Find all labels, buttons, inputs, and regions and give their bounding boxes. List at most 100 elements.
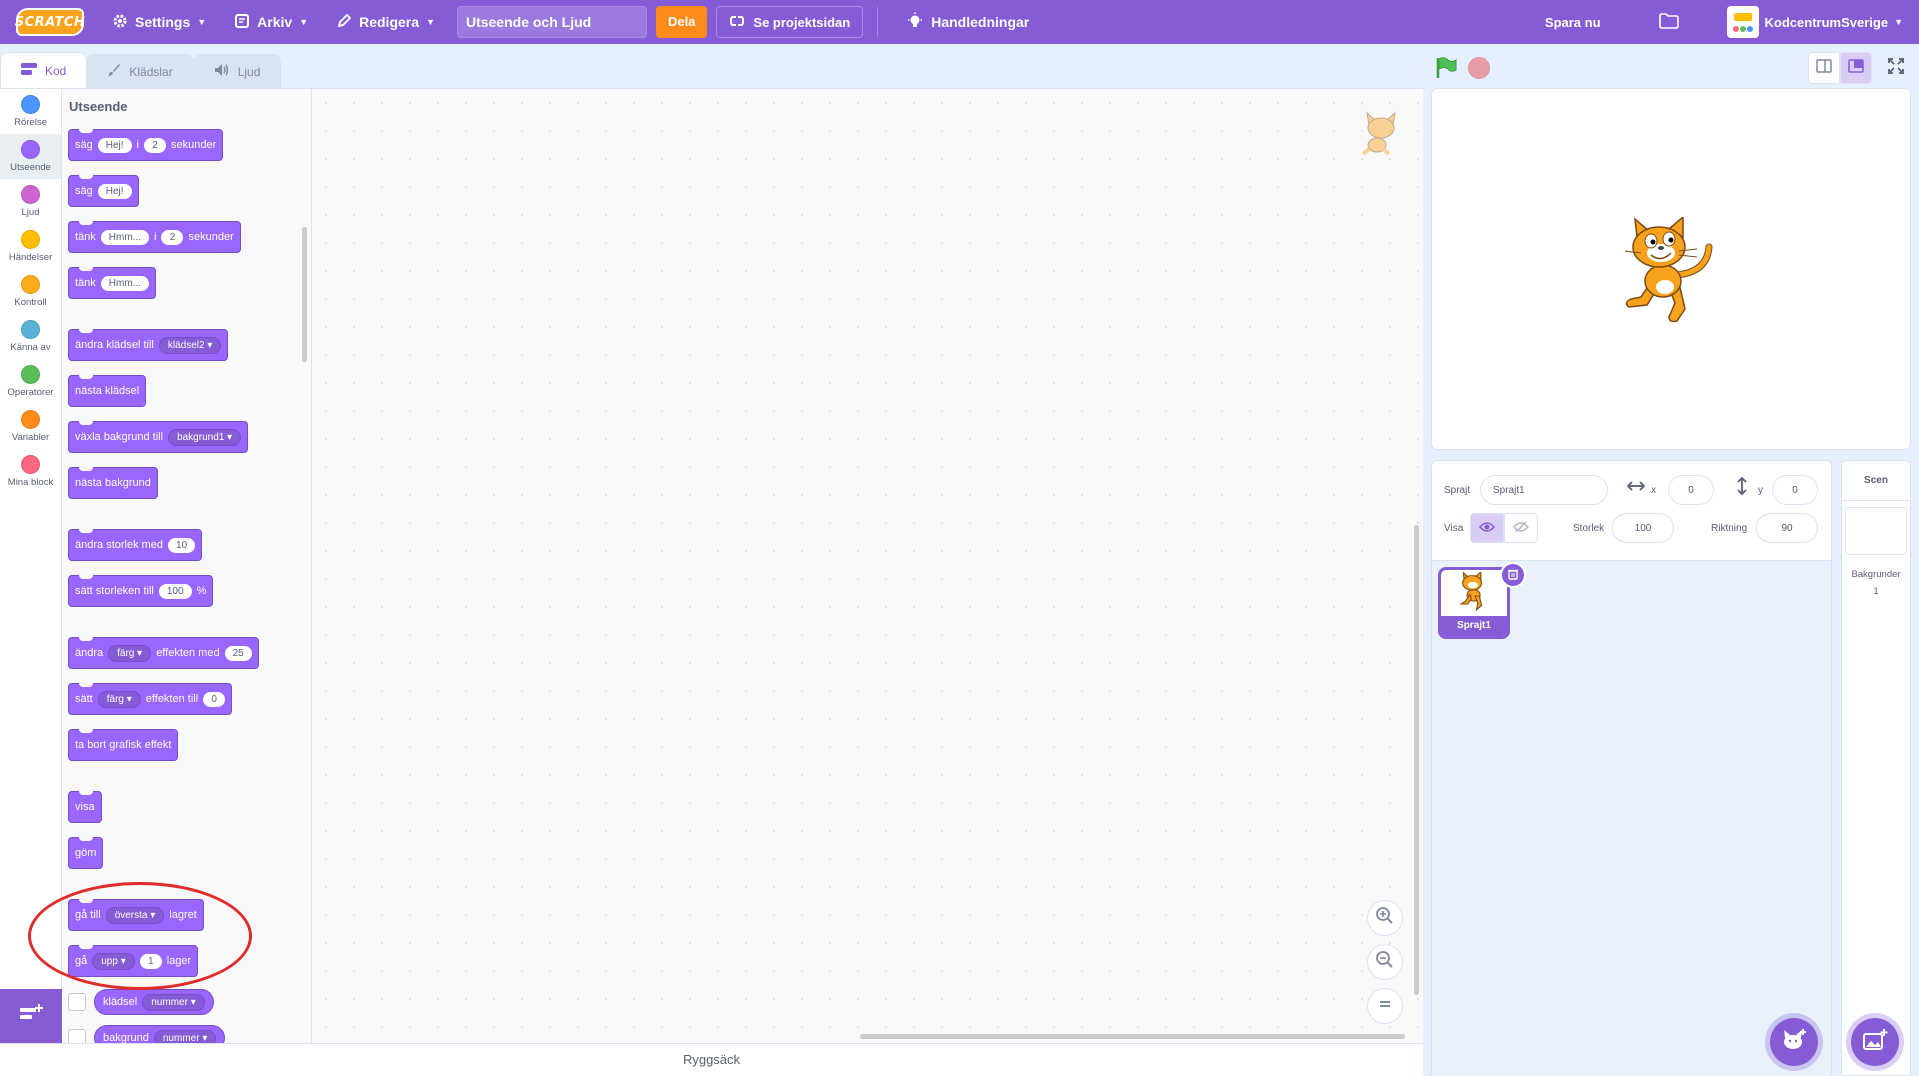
fullscreen-button[interactable] xyxy=(1880,52,1912,84)
x-position-input[interactable]: 0 xyxy=(1668,475,1714,505)
reporter-checkbox[interactable] xyxy=(68,1029,86,1043)
tutorials-button[interactable]: Handledningar xyxy=(892,0,1043,44)
block-think-for-secs[interactable]: tänk Hmm... i 2 sekunder xyxy=(68,221,241,253)
block-switch-backdrop[interactable]: växla bakgrund till bakgrund1 ▾ xyxy=(68,421,249,453)
stage-target-pane[interactable]: Scen Bakgrunder 1 xyxy=(1841,460,1911,1076)
category-operators[interactable]: Operatorer xyxy=(0,359,61,404)
block-show[interactable]: visa xyxy=(68,791,102,823)
y-position-input[interactable]: 0 xyxy=(1772,475,1818,505)
small-stage-button[interactable] xyxy=(1808,52,1840,84)
hide-sprite-button[interactable] xyxy=(1504,513,1538,543)
block-dropdown[interactable]: färg ▾ xyxy=(108,644,152,662)
stage-thumbnail[interactable] xyxy=(1845,507,1907,555)
block-input[interactable]: 100 xyxy=(158,583,192,599)
block-input[interactable]: Hmm... xyxy=(100,275,150,291)
block-next-backdrop[interactable]: nästa bakgrund xyxy=(68,467,158,499)
stage-canvas[interactable] xyxy=(1431,88,1911,450)
category-sound[interactable]: Ljud xyxy=(0,179,61,224)
block-text: ändra storlek med xyxy=(75,539,164,551)
see-project-page-button[interactable]: Se projektsidan xyxy=(716,6,864,38)
block-input[interactable]: 10 xyxy=(168,537,196,553)
block-input[interactable]: 2 xyxy=(161,229,184,245)
code-workspace[interactable] xyxy=(312,88,1423,1043)
block-dropdown[interactable]: färg ▾ xyxy=(97,690,141,708)
size-input[interactable]: 100 xyxy=(1612,513,1674,543)
tab-sounds[interactable]: Ljud xyxy=(192,54,282,88)
user-menu[interactable]: KodcentrumSverige ▼ xyxy=(1726,6,1903,38)
edit-menu[interactable]: Redigera ▼ xyxy=(322,0,449,44)
block-goto-layer[interactable]: gå till översta ▾ lagret xyxy=(68,899,204,931)
palette-scrollbar[interactable] xyxy=(302,227,307,362)
zoom-in-button[interactable] xyxy=(1367,900,1403,936)
add-backdrop-button[interactable] xyxy=(1851,1018,1899,1066)
save-now-button[interactable]: Spara nu xyxy=(1545,15,1601,30)
block-go-layers[interactable]: gå upp ▾ 1 lager xyxy=(68,945,199,977)
block-dropdown[interactable]: nummer ▾ xyxy=(142,993,205,1011)
zoom-out-button[interactable] xyxy=(1367,944,1403,980)
block-set-effect[interactable]: sätt färg ▾ effekten till 0 xyxy=(68,683,233,715)
category-events[interactable]: Händelser xyxy=(0,224,61,269)
show-sprite-button[interactable] xyxy=(1470,513,1504,543)
project-title-input[interactable]: Utseende och Ljud xyxy=(456,6,647,38)
block-input[interactable]: 0 xyxy=(203,691,226,707)
category-looks[interactable]: Utseende xyxy=(0,134,61,179)
category-control[interactable]: Kontroll xyxy=(0,269,61,314)
sprite-thumbnail[interactable]: Sprajt1 xyxy=(1438,567,1510,639)
block-input[interactable]: 25 xyxy=(224,645,252,661)
block-dropdown[interactable]: upp ▾ xyxy=(92,952,135,970)
block-set-size[interactable]: sätt storleken till 100 % xyxy=(68,575,214,607)
block-input[interactable]: 1 xyxy=(139,953,162,969)
category-variables[interactable]: Variabler xyxy=(0,404,61,449)
block-hide[interactable]: göm xyxy=(68,837,104,869)
block-dropdown[interactable]: översta ▾ xyxy=(105,906,165,924)
block-next-costume[interactable]: nästa klädsel xyxy=(68,375,147,407)
category-sensing[interactable]: Känna av xyxy=(0,314,61,359)
add-extension-button[interactable] xyxy=(0,989,62,1043)
block-dropdown[interactable]: bakgrund1 ▾ xyxy=(168,428,242,446)
sprite-name-input[interactable]: Sprajt1 xyxy=(1480,475,1608,505)
block-clear-effects[interactable]: ta bort grafisk effekt xyxy=(68,729,179,761)
my-stuff-folder-icon[interactable] xyxy=(1658,12,1679,32)
large-stage-button[interactable] xyxy=(1840,52,1872,84)
speaker-icon xyxy=(214,63,230,80)
zoom-reset-button[interactable] xyxy=(1367,988,1403,1024)
workspace-vertical-scrollbar[interactable] xyxy=(1414,525,1419,995)
file-menu[interactable]: Arkiv ▼ xyxy=(220,0,322,44)
block-switch-costume[interactable]: ändra klädsel till klädsel2 ▾ xyxy=(68,329,229,361)
block-dropdown[interactable]: nummer ▾ xyxy=(153,1029,217,1043)
block-change-effect[interactable]: ändra färg ▾ effekten med 25 xyxy=(68,637,259,669)
block-input[interactable]: 2 xyxy=(144,137,166,153)
category-dot xyxy=(21,230,40,249)
block-input[interactable]: Hmm... xyxy=(100,229,150,245)
tab-costumes[interactable]: Klädslar xyxy=(86,54,194,88)
block-think[interactable]: tänk Hmm... xyxy=(68,267,157,299)
block-input[interactable]: Hej! xyxy=(97,137,132,153)
menu-bar: SCRATCH Settings ▼ Arkiv ▼ Redigera ▼ Ut… xyxy=(0,0,1919,44)
workspace-horizontal-scrollbar[interactable] xyxy=(860,1034,1405,1039)
block-text: i xyxy=(136,139,139,151)
category-my-blocks[interactable]: Mina block xyxy=(0,449,61,494)
backpack-bar[interactable]: Ryggsäck xyxy=(0,1043,1423,1076)
green-flag-button[interactable] xyxy=(1434,56,1458,80)
block-say[interactable]: säg Hej! xyxy=(68,175,139,207)
cat-sprite[interactable] xyxy=(1617,215,1717,327)
stop-button[interactable] xyxy=(1468,57,1490,79)
settings-menu[interactable]: Settings ▼ xyxy=(98,0,220,44)
reporter-checkbox[interactable] xyxy=(68,993,86,1011)
block-change-size[interactable]: ändra storlek med 10 xyxy=(68,529,203,561)
block-costume-reporter[interactable]: klädsel nummer ▾ xyxy=(94,989,214,1015)
block-dropdown[interactable]: klädsel2 ▾ xyxy=(158,336,222,354)
backdrops-label: Bakgrunder xyxy=(1851,569,1901,580)
sprite-info-panel: Sprajt Sprajt1 x 0 y 0 Visa Storlek 100 … xyxy=(1432,461,1831,561)
share-button[interactable]: Dela xyxy=(655,6,708,38)
direction-input[interactable]: 90 xyxy=(1756,513,1818,543)
scratch-logo[interactable]: SCRATCH xyxy=(15,8,85,36)
category-motion[interactable]: Rörelse xyxy=(0,89,61,134)
tab-code[interactable]: Kod xyxy=(0,52,88,88)
delete-sprite-button[interactable] xyxy=(1500,562,1526,588)
block-say-for-secs[interactable]: säg Hej! i 2 sekunder xyxy=(68,129,224,161)
image-plus-icon xyxy=(1862,1028,1888,1057)
block-backdrop-reporter[interactable]: bakgrund nummer ▾ xyxy=(94,1025,226,1043)
block-input[interactable]: Hej! xyxy=(97,183,132,199)
add-sprite-button[interactable] xyxy=(1770,1018,1818,1066)
